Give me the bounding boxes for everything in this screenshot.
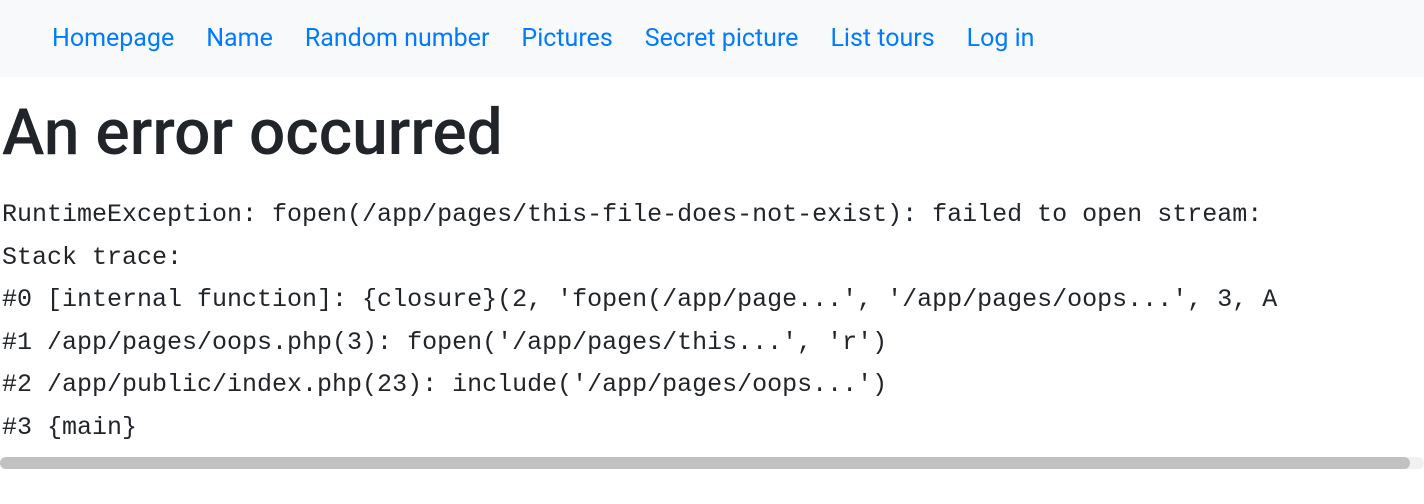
error-line: Stack trace:: [2, 243, 182, 272]
nav-link-list-tours[interactable]: List tours: [814, 16, 950, 61]
nav-link-random-number[interactable]: Random number: [289, 16, 506, 61]
error-line: #2 /app/public/index.php(23): include('/…: [2, 370, 887, 399]
error-line: RuntimeException: fopen(/app/pages/this-…: [2, 200, 1277, 229]
page-title: An error occurred: [0, 95, 1424, 170]
nav-link-secret-picture[interactable]: Secret picture: [629, 16, 815, 61]
navbar: Homepage Name Random number Pictures Sec…: [0, 0, 1424, 77]
nav-link-pictures[interactable]: Pictures: [505, 16, 628, 61]
error-line: #1 /app/pages/oops.php(3): fopen('/app/p…: [2, 328, 887, 357]
horizontal-scrollbar[interactable]: [0, 457, 1424, 469]
error-line: #3 {main}: [2, 413, 137, 442]
nav-link-name[interactable]: Name: [190, 16, 289, 61]
error-stack-trace: RuntimeException: fopen(/app/pages/this-…: [0, 194, 1424, 449]
scrollbar-thumb[interactable]: [0, 457, 1410, 469]
nav-link-log-in[interactable]: Log in: [951, 16, 1051, 61]
error-line: #0 [internal function]: {closure}(2, 'fo…: [2, 285, 1277, 314]
nav-link-homepage[interactable]: Homepage: [8, 16, 190, 61]
